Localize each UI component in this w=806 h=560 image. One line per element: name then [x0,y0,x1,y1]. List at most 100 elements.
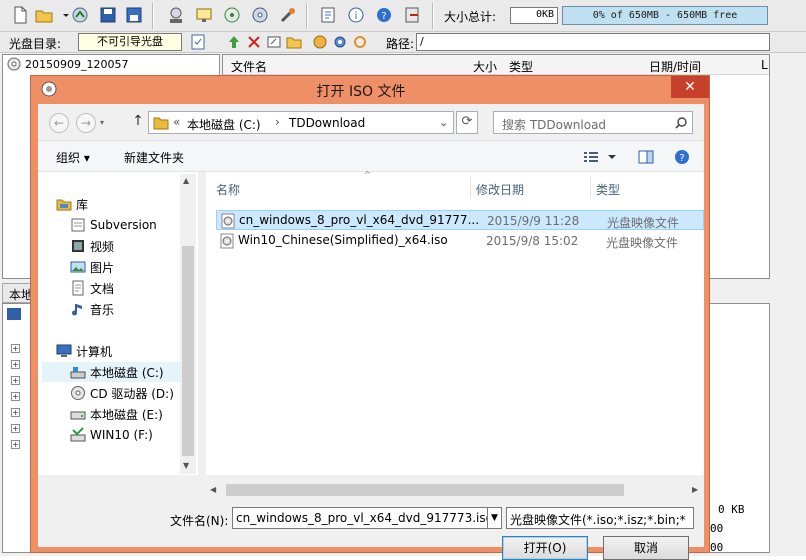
refresh-icon[interactable] [352,34,368,50]
organize-button[interactable]: 组织 ▾ [56,149,90,166]
rename-icon[interactable] [266,34,282,50]
disc-directory-label: 光盘目录: [9,37,62,51]
path-label: 路径: [386,37,415,51]
properties-icon[interactable] [318,5,338,25]
folder-icon [153,117,169,130]
preview-pane-icon[interactable] [638,149,654,165]
header-extra[interactable]: L [761,58,768,72]
go-up-icon[interactable] [226,34,242,50]
close-button[interactable]: ✕ [671,76,709,98]
boot-status-field[interactable]: 不可引导光盘 [78,33,182,51]
filename-input[interactable]: cn_windows_8_pro_vl_x64_dvd_917773.iso [232,507,488,529]
open-icon[interactable] [34,5,54,25]
refresh-button[interactable]: ⟳ [456,111,478,134]
back-button[interactable]: ← [49,113,69,133]
column-divider[interactable] [590,176,591,198]
compress-icon[interactable] [222,5,242,25]
breadcrumb-tddownload[interactable]: TDDownload [289,116,365,130]
help-icon[interactable]: ? [674,149,690,165]
column-name[interactable]: 名称 [216,181,240,198]
new-folder-button[interactable]: 新建文件夹 [124,149,184,166]
header-size[interactable]: 大小 [473,58,497,75]
tree-expander[interactable]: + [11,376,20,385]
nav-item-label: 本地磁盘 (C:) [90,365,164,380]
document-icon [72,280,84,296]
nav-item-library[interactable]: 库 [56,194,88,214]
hscroll-thumb[interactable] [226,484,624,496]
breadcrumb-local-disk-c[interactable]: 本地磁盘 (C:) [187,116,261,133]
nav-item-pictures[interactable]: 图片 [70,257,114,277]
search-input[interactable]: 搜索 TDDownload [493,111,693,134]
address-bar[interactable]: « 本地磁盘 (C:) › TDDownload ⌄ [148,111,454,134]
nav-scroll-thumb[interactable] [182,246,194,456]
scroll-up-icon[interactable]: ▲ [183,176,189,185]
help-icon[interactable]: ? [374,5,394,25]
header-datetime[interactable]: 日期/时间 [649,58,701,75]
extract-icon[interactable] [70,5,90,25]
info-icon[interactable]: i [346,5,366,25]
scroll-right-icon[interactable]: ▶ [692,485,698,494]
nav-item-music[interactable]: 音乐 [70,299,114,319]
nav-item-label: 视频 [90,239,115,254]
tree-expander[interactable]: + [11,440,20,449]
save-icon[interactable] [98,5,118,25]
new-folder-icon[interactable] [286,34,302,50]
burn-icon[interactable] [194,5,214,25]
computer-icon [56,344,72,357]
tools-icon[interactable] [278,5,298,25]
file-row[interactable]: Win10_Chinese(Simplified)_x64.iso 2015/9… [216,231,704,251]
capacity-bar[interactable]: 0% of 650MB - 650MB free [562,6,768,25]
address-overflow[interactable]: « [173,115,180,129]
tree-expander[interactable]: + [11,392,20,401]
nav-item-computer[interactable]: 计算机 [56,341,112,361]
nav-item-documents[interactable]: 文档 [70,278,114,298]
column-date[interactable]: 修改日期 [476,181,524,198]
delete-icon[interactable] [246,34,262,50]
settings-icon[interactable] [312,34,328,50]
exit-icon[interactable] [402,5,422,25]
column-type[interactable]: 类型 [596,181,620,198]
scroll-left-icon[interactable]: ◀ [210,485,216,494]
mount-icon[interactable] [166,5,186,25]
cancel-button[interactable]: 取消 [603,536,689,560]
file-list-header: ^ 名称 修改日期 类型 [206,170,704,202]
file-name: cn_windows_8_pro_vl_x64_dvd_91777... [239,213,480,227]
disc-properties-icon[interactable] [190,34,206,50]
saveas-icon[interactable] [124,5,144,25]
tree-expander[interactable]: + [11,344,20,353]
disc-tree-root[interactable]: 20150909_120057 [7,57,128,71]
tree-expander[interactable]: + [11,360,20,369]
nav-item-win10-f[interactable]: WIN10 (F:) [70,425,153,445]
gear-icon[interactable] [332,34,348,50]
scroll-down-icon[interactable]: ▼ [183,461,189,470]
file-list-hscrollbar[interactable]: ◀ ▶ [206,482,704,498]
header-type[interactable]: 类型 [509,58,533,75]
virtual-drive-icon[interactable] [250,5,270,25]
new-icon[interactable] [10,5,30,25]
file-type-filter[interactable]: 光盘映像文件(*.iso;*.isz;*.bin;* [506,507,694,529]
header-filename[interactable]: 文件名 [231,58,267,75]
view-options-button[interactable] [583,149,617,165]
nav-scrollbar[interactable]: ▲ ▼ [180,174,196,474]
chevron-down-icon[interactable]: ⌄ [439,116,448,129]
column-divider[interactable] [470,176,471,198]
up-button[interactable]: ↑ [130,113,146,133]
dialog-client: ← → ▾ ↑ « 本地磁盘 (C:) › TDDownload ⌄ ⟳ 搜索 … [38,104,704,560]
open-dropdown-icon[interactable] [56,5,69,25]
filename-dropdown-icon[interactable]: ▼ [488,507,502,529]
recent-dropdown-icon[interactable]: ▾ [100,118,104,127]
address-row: ← → ▾ ↑ « 本地磁盘 (C:) › TDDownload ⌄ ⟳ 搜索 … [38,104,704,140]
nav-item-drive-e[interactable]: 本地磁盘 (E:) [70,404,163,424]
nav-item-subversion[interactable]: Subversion [70,215,157,235]
nav-item-cd-drive-d[interactable]: CD 驱动器 (D:) [70,383,174,403]
tree-expander[interactable]: + [11,424,20,433]
tree-expander[interactable]: + [11,408,20,417]
command-bar: 组织 ▾ 新建文件夹 ? [38,140,704,172]
nav-item-videos[interactable]: 视频 [70,236,114,256]
path-field[interactable]: / [416,33,770,51]
file-row[interactable]: cn_windows_8_pro_vl_x64_dvd_91777... 201… [216,210,704,230]
nav-item-drive-c[interactable]: 本地磁盘 (C:) [42,362,180,382]
open-button[interactable]: 打开(O) [502,536,588,560]
forward-button[interactable]: → [76,113,96,133]
breadcrumb-separator[interactable]: › [275,115,280,129]
